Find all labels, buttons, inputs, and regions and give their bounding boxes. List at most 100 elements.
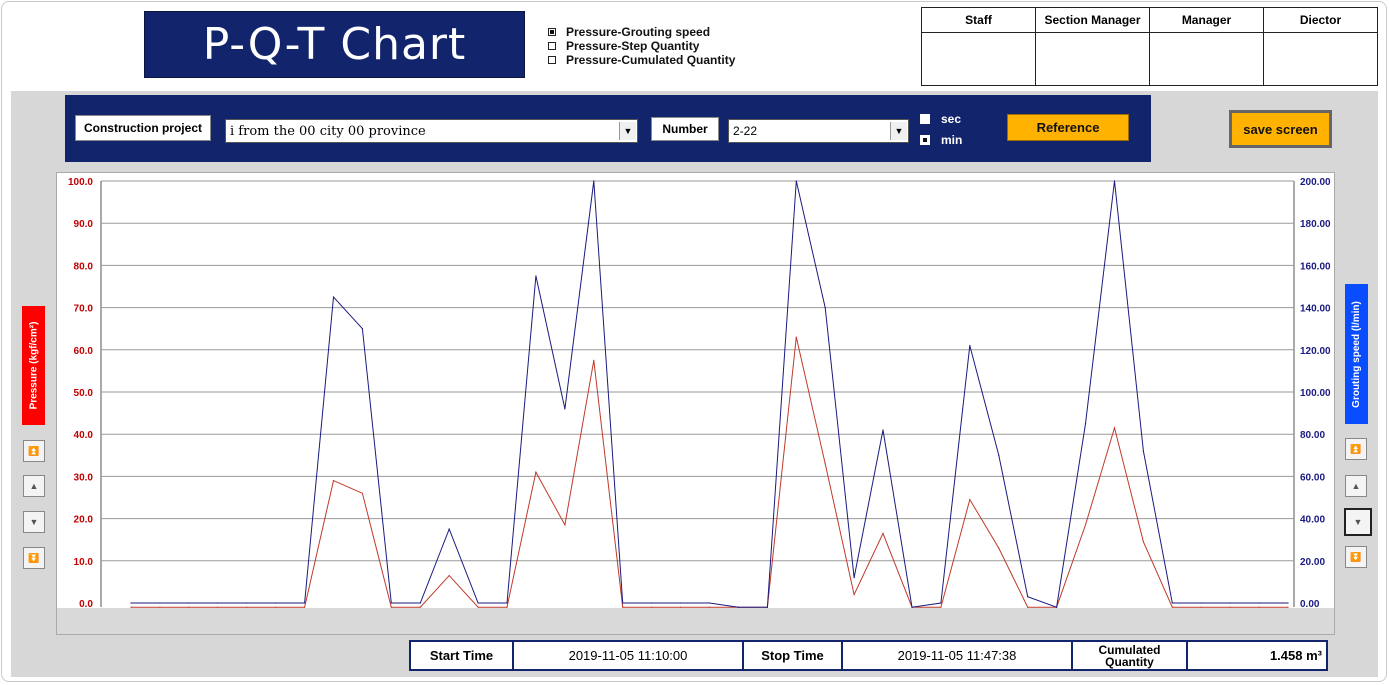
left-tick-label: 80.0 [74, 261, 94, 272]
data-point [679, 606, 682, 608]
right-tick-label: 40.00 [1300, 515, 1325, 526]
chevron-down-icon[interactable]: ▼ [619, 122, 636, 140]
left-tick-label: 100.0 [68, 177, 93, 188]
cumulated-quantity-value: 1.458 m³ [1186, 640, 1328, 671]
data-point [1113, 427, 1116, 429]
data-point [1056, 606, 1058, 608]
data-point [188, 606, 190, 608]
data-point [303, 602, 306, 604]
checkbox-icon[interactable] [920, 113, 930, 124]
data-point [535, 471, 537, 473]
page-title-box: P-Q-T Chart [144, 11, 525, 78]
data-point [824, 307, 826, 309]
checkbox-icon[interactable] [548, 56, 556, 64]
right-scroll-bottom-button[interactable]: ⏬ [1345, 546, 1367, 568]
mode-label: Pressure-Cumulated Quantity [566, 53, 736, 67]
up-icon: ▲ [29, 481, 39, 491]
data-point [188, 602, 190, 604]
data-point [419, 606, 421, 608]
right-tick-label: 120.00 [1300, 346, 1331, 357]
data-point [795, 336, 797, 338]
data-point [1027, 596, 1029, 598]
mode-label: Pressure-Grouting speed [566, 25, 711, 39]
approval-director-header: Diector [1263, 7, 1378, 33]
start-time-value: 2019-11-05 11:10:00 [512, 640, 744, 671]
data-point [911, 606, 913, 608]
data-point [275, 602, 277, 604]
checkbox-icon[interactable] [920, 134, 930, 145]
data-point [1027, 606, 1029, 608]
data-point [246, 602, 248, 604]
data-point [1142, 450, 1144, 452]
double-up-icon: ⏫ [28, 445, 40, 456]
left-tick-label: 90.0 [74, 219, 94, 230]
left-scroll-top-button[interactable]: ⏫ [23, 440, 45, 462]
right-tick-label: 60.00 [1300, 472, 1325, 483]
mode-option-pressure-step[interactable]: Pressure-Step Quantity [548, 39, 735, 53]
unit-label: sec [941, 111, 962, 126]
left-tick-label: 60.0 [74, 346, 94, 357]
mode-option-pressure-grouting[interactable]: Pressure-Grouting speed [548, 25, 735, 39]
pressure-axis-tag: Pressure (kgf/cm²) [22, 306, 45, 425]
grouting-speed-axis-label: Grouting speed (l/min) [1351, 300, 1363, 408]
data-point [159, 602, 161, 604]
unit-option-sec[interactable]: sec [920, 108, 962, 129]
data-point [882, 532, 884, 534]
left-tick-label: 70.0 [74, 304, 94, 315]
construction-project-select[interactable]: i from the 00 city 00 province ▼ [225, 119, 638, 143]
data-point [361, 328, 363, 330]
pqt-chart: 0.0 10.0 20.0 30.0 40.0 50.0 60.0 70.0 80.0 90.0 1… [56, 172, 1335, 635]
right-scroll-up-button[interactable]: ▲ [1345, 475, 1367, 497]
down-icon: ▼ [29, 517, 39, 527]
left-tick-label: 50.0 [74, 388, 94, 399]
data-point [506, 606, 508, 608]
grouting-speed-axis-tag: Grouting speed (l/min) [1345, 284, 1368, 424]
right-scroll-top-button[interactable]: ⏫ [1345, 438, 1367, 460]
right-tick-label: 100.00 [1300, 388, 1331, 399]
left-scroll-down-button[interactable]: ▼ [23, 511, 45, 533]
chevron-down-icon[interactable]: ▼ [890, 122, 907, 140]
save-screen-button[interactable]: save screen [1229, 110, 1332, 148]
right-scroll-down-button[interactable]: ▼ [1344, 508, 1372, 536]
data-point [1258, 602, 1260, 604]
number-label: Number [651, 117, 719, 141]
right-tick-label: 140.00 [1300, 304, 1331, 315]
approval-section-manager-header: Section Manager [1035, 7, 1150, 33]
number-select[interactable]: 2-22 ▼ [728, 119, 909, 143]
data-point [708, 606, 711, 608]
data-point [390, 606, 392, 608]
data-point [679, 602, 682, 604]
data-point [130, 606, 132, 608]
data-point [824, 463, 826, 465]
chart-mode-options: Pressure-Grouting speed Pressure-Step Qu… [548, 25, 735, 67]
start-time-label: Start Time [409, 640, 514, 671]
right-tick-label: 160.00 [1300, 261, 1331, 272]
data-point [1113, 180, 1116, 182]
left-tick-label: 20.0 [74, 515, 94, 526]
approval-signature-cell [1035, 32, 1150, 86]
checkbox-icon[interactable] [548, 28, 556, 36]
reference-button[interactable]: Reference [1007, 114, 1129, 141]
left-tick-label: 0.0 [79, 599, 93, 610]
mode-option-pressure-cumulated[interactable]: Pressure-Cumulated Quantity [548, 53, 735, 67]
data-point [853, 577, 855, 579]
checkbox-icon[interactable] [548, 42, 556, 50]
data-point [390, 602, 392, 604]
data-point [969, 499, 971, 501]
data-point [448, 574, 450, 577]
left-scroll-bottom-button[interactable]: ⏬ [23, 547, 45, 569]
data-point [1171, 606, 1173, 608]
data-point [940, 606, 942, 608]
unit-option-min[interactable]: min [920, 129, 962, 150]
data-point [882, 429, 884, 431]
data-point [708, 602, 711, 604]
data-point [969, 344, 971, 347]
data-point [361, 492, 363, 494]
data-point [130, 602, 132, 604]
left-scroll-up-button[interactable]: ▲ [23, 475, 45, 497]
data-point [1084, 524, 1087, 526]
data-point [477, 602, 479, 604]
data-point [159, 606, 161, 608]
right-tick-label: 200.00 [1300, 177, 1331, 188]
data-point [1142, 541, 1144, 543]
